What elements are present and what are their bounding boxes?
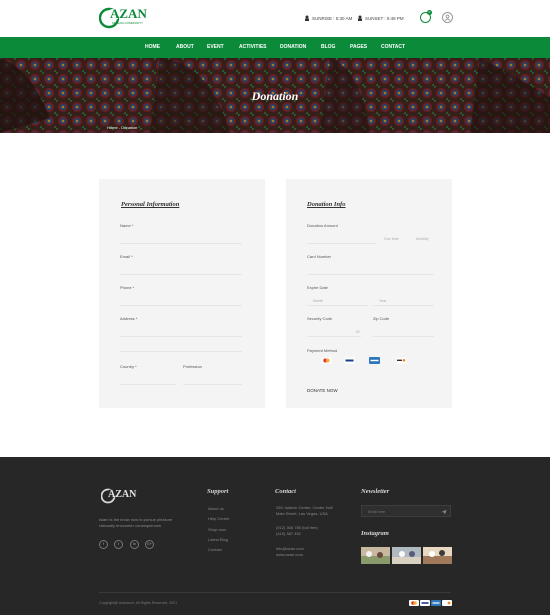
copyright-text: Copyright@ Azantech. All Rights Reserved… <box>99 601 178 605</box>
footer-logo-text[interactable]: AZAN <box>108 489 136 500</box>
footer-address-line1: 250, Islamic Center, Center Hall <box>276 505 333 510</box>
security-code-hint: ID <box>356 330 360 334</box>
logo-tagline: MUSLIM COMMUNITY <box>112 21 143 25</box>
user-icon[interactable] <box>442 12 453 23</box>
donation-info-card <box>286 179 452 408</box>
nav-donation[interactable]: DONATION <box>280 44 306 50</box>
facebook-icon[interactable]: f <box>99 540 108 549</box>
nav-contact[interactable]: CONTACT <box>381 44 405 50</box>
donation-amount-label: Donation Amount <box>307 223 338 228</box>
cart-count-badge: 0 <box>427 10 432 15</box>
footer-mastercard-icon <box>409 600 419 606</box>
footer-amex-icon <box>431 600 441 606</box>
card-number-label: Card Number <box>307 254 332 259</box>
logo-text[interactable]: AZAN <box>110 6 147 22</box>
email-input[interactable] <box>120 264 242 275</box>
contact-heading: Contact <box>275 488 296 495</box>
nav-activities[interactable]: ACTIVITIES <box>239 44 267 50</box>
newsletter-heading: Newsletter <box>361 488 390 495</box>
sunset-icon <box>358 15 362 21</box>
cart-icon[interactable]: 0 <box>420 10 432 23</box>
sunrise-icon <box>305 15 309 21</box>
main-nav: HOME ABOUT EVENT ACTIVITIES DONATION BLO… <box>0 37 550 58</box>
donate-now-button[interactable]: DONATE NOW <box>307 385 351 395</box>
nav-event[interactable]: EVENT <box>207 44 224 50</box>
footer-phone2[interactable]: (415) 587 452 <box>276 531 301 537</box>
footer-link-contact[interactable]: Contact <box>208 547 222 552</box>
send-icon[interactable] <box>441 509 447 515</box>
footer-address-line2: Main Street, Las Vegas, USA <box>276 511 328 516</box>
twitter-icon[interactable]: t <box>114 540 123 549</box>
address-input-line2[interactable] <box>120 341 242 352</box>
discover-icon[interactable] <box>396 357 407 364</box>
mastercard-icon[interactable] <box>321 357 332 364</box>
nav-home[interactable]: HOME <box>145 44 160 50</box>
footer-phone1[interactable]: (012) 306 785 (toll free) <box>276 525 318 531</box>
phone-input[interactable] <box>120 295 242 306</box>
footer-email[interactable]: info@azan.com <box>276 546 304 552</box>
donation-info-title: Donation Info <box>307 201 346 208</box>
instagram-photo-1[interactable] <box>361 547 390 564</box>
payment-method-label: Payment Method <box>307 348 338 353</box>
country-input[interactable] <box>120 374 176 385</box>
monthly-option[interactable]: Monthly <box>416 237 429 241</box>
sunset-text: SUNSET : 5:48 PM <box>365 15 404 21</box>
email-label: Email * <box>120 254 133 259</box>
instagram-photo-3[interactable] <box>423 547 452 564</box>
footer-discover-icon <box>442 600 452 606</box>
donation-amount-input[interactable] <box>307 233 376 244</box>
country-label: Country * <box>120 364 137 369</box>
footer-link-blog[interactable]: Latest Blog <box>208 537 228 542</box>
footer-divider <box>99 592 451 593</box>
nav-pages[interactable]: PAGES <box>350 44 367 50</box>
instagram-photo-2[interactable] <box>392 547 421 564</box>
amex-icon[interactable] <box>369 357 380 364</box>
name-input[interactable] <box>120 233 242 244</box>
footer-link-shop[interactable]: Shop now <box>208 527 226 532</box>
one-time-option[interactable]: One time <box>384 237 399 241</box>
footer-website[interactable]: www.azan.com <box>276 552 303 558</box>
footer-description: Islam is the know how to pursue pleasure… <box>99 517 173 528</box>
newsletter-placeholder: Email here <box>368 510 386 514</box>
breadcrumb[interactable]: Home - Donation <box>107 125 137 130</box>
address-input-line1[interactable] <box>120 326 242 337</box>
zip-code-input[interactable] <box>373 326 434 337</box>
support-heading: Support <box>207 488 229 495</box>
card-number-input[interactable] <box>307 264 434 275</box>
footer-link-about[interactable]: About us <box>208 506 224 511</box>
personal-info-title: Personal Information <box>121 201 180 208</box>
security-code-label: Security Code <box>307 316 333 321</box>
expire-month-input[interactable]: Month <box>307 295 368 306</box>
month-placeholder: Month <box>313 299 323 303</box>
name-label: Name * <box>120 223 134 228</box>
sunrise-text: SUNRISE : 5:30 AM <box>312 15 353 21</box>
footer-visa-icon <box>420 600 430 606</box>
footer-link-help[interactable]: Help Centre <box>208 516 229 521</box>
address-label: Address * <box>120 316 138 321</box>
sunset-info: SUNSET : 5:48 PM <box>357 15 404 21</box>
page-title: Donation <box>251 89 299 103</box>
instagram-heading: Instagram <box>361 530 389 537</box>
nav-blog[interactable]: BLOG <box>321 44 335 50</box>
linkedin-icon[interactable]: in <box>130 540 139 549</box>
sunrise-info: SUNRISE : 5:30 AM <box>304 15 352 21</box>
google-plus-icon[interactable]: G+ <box>145 540 154 549</box>
expire-date-label: Expire Date <box>307 285 328 290</box>
newsletter-input[interactable]: Email here <box>361 505 451 517</box>
year-placeholder: Year <box>379 299 387 303</box>
visa-icon[interactable] <box>344 357 355 364</box>
phone-label: Phone * <box>120 285 135 290</box>
profession-label: Profession <box>183 364 202 369</box>
profession-input[interactable] <box>183 374 242 385</box>
zip-code-label: Zip Code <box>373 316 390 321</box>
nav-about[interactable]: ABOUT <box>176 44 194 50</box>
security-code-input[interactable]: ID <box>307 326 361 337</box>
page-banner: Donation <box>0 58 550 133</box>
expire-year-input[interactable]: Year <box>373 295 434 306</box>
top-header <box>0 0 550 37</box>
